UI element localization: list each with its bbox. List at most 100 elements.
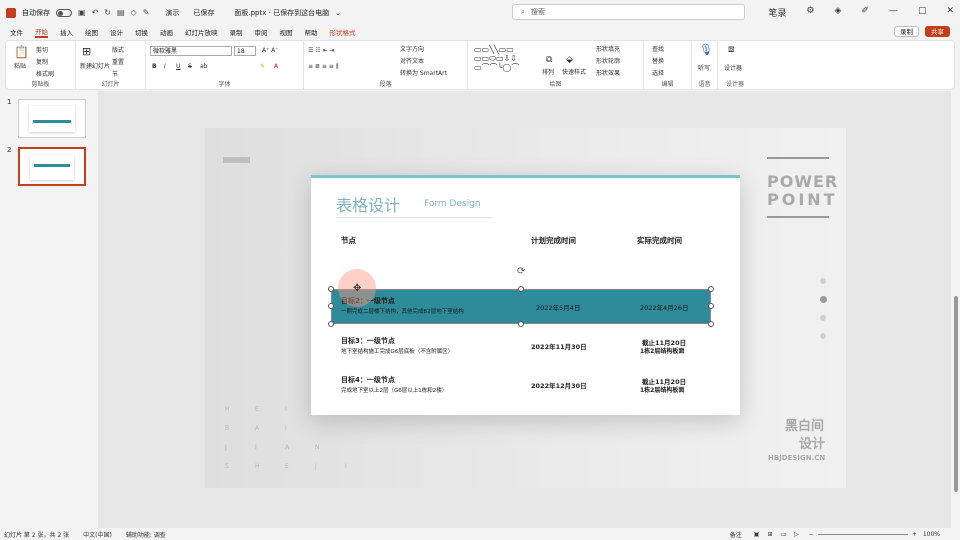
close-icon[interactable]: ✕	[946, 6, 954, 19]
italic-button[interactable]: I	[164, 63, 166, 70]
align-icons[interactable]: ≡ ≣ ≡ ≡ ⫼	[308, 63, 339, 71]
paste-button[interactable]: 粘贴	[14, 61, 26, 70]
resize-handle[interactable]	[708, 286, 714, 292]
layout-button[interactable]: 版式	[112, 45, 124, 54]
designer-button[interactable]: 设计器	[724, 63, 742, 72]
font-color-icon[interactable]: A	[274, 63, 278, 70]
shape-icon[interactable]: ◇	[131, 8, 137, 17]
resize-handle[interactable]	[328, 321, 334, 327]
filename-label[interactable]: 面板.pptx · 已保存到这台电脑	[234, 8, 329, 18]
search-box[interactable]: ⌕ 搜索	[512, 4, 745, 20]
chevron-down-icon[interactable]: ⌄	[335, 9, 341, 17]
new-slide-button[interactable]: 新建幻灯片	[80, 61, 110, 70]
minimize-icon[interactable]: —	[889, 6, 898, 19]
resize-handle[interactable]	[708, 303, 714, 309]
highlight-icon[interactable]: ✎	[260, 63, 265, 70]
reading-view-icon[interactable]: ▭	[780, 531, 786, 538]
shadow-button[interactable]: ab	[200, 63, 208, 70]
cut-button[interactable]: 剪切	[36, 45, 48, 54]
smartart-button[interactable]: 转换为 SmartArt	[400, 68, 447, 77]
share-button[interactable]: 共享	[925, 26, 950, 37]
user-name[interactable]: 笔录	[768, 6, 786, 19]
language-status[interactable]: 中文(中国)	[83, 530, 112, 539]
shapes-gallery[interactable]: ▭▭╲╲▭▭ ▭▭⬭▭⇩⇩ ▭⌒⌒╰◯⌒	[474, 45, 519, 72]
diamond-icon[interactable]: ◈	[834, 6, 841, 19]
tab-slideshow[interactable]: 幻灯片放映	[185, 27, 218, 37]
autosave-toggle[interactable]	[56, 8, 72, 17]
undo-icon[interactable]: ↶	[92, 8, 99, 17]
shape-outline-button[interactable]: 形状轮廓	[596, 56, 620, 65]
tab-record[interactable]: 录制	[230, 27, 243, 37]
search-input[interactable]: 搜索	[531, 7, 545, 17]
font-name-select[interactable]: 微软雅黑	[150, 46, 232, 56]
tab-shape-format[interactable]: 形状格式	[330, 27, 356, 37]
tab-animations[interactable]: 动画	[160, 27, 173, 37]
dot	[820, 333, 826, 339]
tab-transitions[interactable]: 切换	[135, 27, 148, 37]
slideshow-icon[interactable]: ▷	[794, 531, 799, 538]
zoom-level[interactable]: 100%	[923, 531, 940, 538]
tab-view[interactable]: 视图	[280, 27, 293, 37]
pen-tool-icon[interactable]: ✐	[861, 6, 869, 19]
font-size-select[interactable]: 18	[234, 46, 256, 56]
slide-thumbnail-2[interactable]	[18, 147, 86, 186]
designer-icon[interactable]: ⧈	[728, 44, 734, 55]
normal-view-icon[interactable]: ▣	[754, 531, 760, 538]
scrollbar-thumb[interactable]	[954, 296, 958, 492]
find-button[interactable]: 查找	[652, 44, 664, 53]
strikethrough-button[interactable]: S	[188, 63, 192, 70]
text-direction-button[interactable]: 文字方向	[400, 44, 424, 53]
zoom-in-icon[interactable]: +	[912, 531, 917, 538]
resize-handle[interactable]	[328, 286, 334, 292]
shape-effects-button[interactable]: 形状效果	[596, 68, 620, 77]
font-label: 字体	[218, 81, 231, 88]
presenting-label[interactable]: 演示	[165, 8, 179, 18]
bullets-icon[interactable]: ☰ ☷ ⇤ ⇥	[308, 47, 335, 54]
reset-button[interactable]: 重置	[112, 57, 124, 66]
select-button[interactable]: 选择	[652, 68, 664, 77]
record-button[interactable]: 录制	[894, 26, 919, 37]
grow-font-icon[interactable]: A⁺ A⁻	[262, 47, 278, 54]
rotate-handle-icon[interactable]: ⟳	[517, 266, 525, 277]
quick-styles-icon[interactable]: ⬙	[566, 55, 573, 65]
arrange-button[interactable]: 排列	[542, 67, 554, 76]
zoom-slider[interactable]	[817, 533, 908, 535]
zoom-out-icon[interactable]: −	[809, 531, 814, 538]
shape-fill-button[interactable]: 形状填充	[596, 44, 620, 53]
underline-button[interactable]: U	[176, 63, 180, 70]
resize-handle[interactable]	[518, 286, 524, 292]
slide-sorter-icon[interactable]: ⊞	[767, 531, 772, 538]
tab-review[interactable]: 审阅	[255, 27, 268, 37]
replace-button[interactable]: 替换	[652, 56, 664, 65]
tab-home[interactable]: 开始	[35, 26, 48, 38]
microphone-icon[interactable]: 🎙	[699, 43, 713, 56]
save-icon[interactable]: ▣	[78, 8, 86, 17]
vertical-letter: A	[285, 444, 290, 451]
tab-design[interactable]: 设计	[110, 27, 123, 37]
align-text-button[interactable]: 对齐文本	[400, 56, 424, 65]
redo-icon[interactable]: ↻	[104, 8, 111, 17]
tab-insert[interactable]: 插入	[60, 27, 73, 37]
paste-icon[interactable]: 📋	[14, 45, 29, 59]
settings-icon[interactable]: ⚙	[806, 6, 814, 19]
resize-handle[interactable]	[518, 321, 524, 327]
slide-thumbnail-1[interactable]	[18, 99, 86, 138]
new-slide-icon[interactable]: ⊞	[82, 45, 91, 58]
maximize-icon[interactable]: ▢	[918, 6, 927, 19]
section-button[interactable]: 节	[112, 69, 118, 78]
resize-handle[interactable]	[708, 321, 714, 327]
copy-button[interactable]: 复制	[36, 57, 48, 66]
format-painter-button[interactable]: 格式刷	[36, 69, 54, 78]
quick-styles-button[interactable]: 快速样式	[562, 67, 586, 76]
dictate-button[interactable]: 听写	[698, 63, 710, 72]
accessibility-status[interactable]: 辅助功能: 调查	[126, 530, 166, 539]
arrange-icon[interactable]: ⧉	[546, 55, 552, 65]
tab-draw[interactable]: 绘图	[85, 27, 98, 37]
bold-button[interactable]: B	[152, 63, 157, 70]
present-icon[interactable]: ▤	[117, 8, 125, 17]
notes-button[interactable]: 备注	[730, 530, 742, 539]
pen-icon[interactable]: ✎	[143, 8, 150, 17]
tab-help[interactable]: 帮助	[305, 27, 318, 37]
resize-handle[interactable]	[328, 303, 334, 309]
tab-file[interactable]: 文件	[10, 27, 23, 37]
